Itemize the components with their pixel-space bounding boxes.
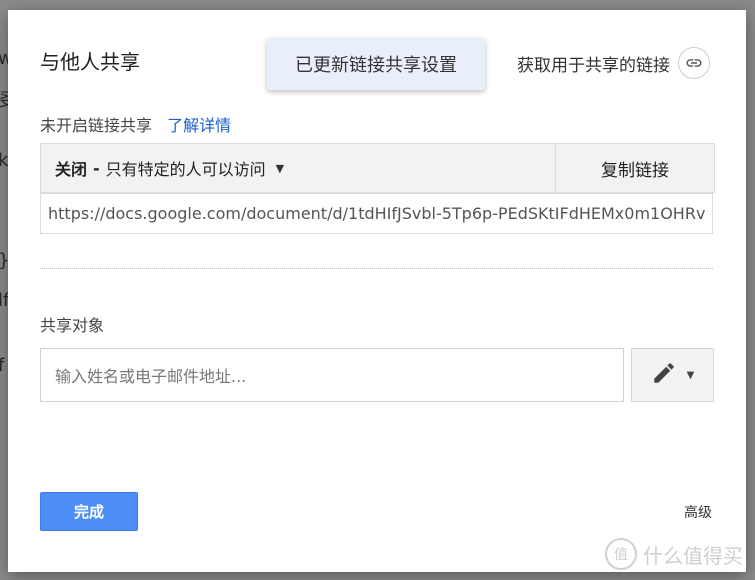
copy-link-button[interactable]: 复制链接 [555, 144, 714, 192]
watermark-logo-icon: 值 [605, 538, 637, 570]
share-url-field[interactable]: https://docs.google.com/document/d/1tdHI… [40, 193, 713, 234]
pencil-icon [651, 360, 677, 390]
watermark: 值 什么值得买 [605, 538, 743, 570]
link-icon[interactable] [678, 47, 710, 79]
dialog-title: 与他人共享 [40, 50, 140, 74]
learn-more-link[interactable]: 了解详情 [167, 116, 231, 135]
caret-down-icon: ▼ [275, 161, 285, 175]
permission-dropdown[interactable]: ▼ [631, 348, 714, 402]
share-dialog: 与他人共享 已更新链接共享设置 获取用于共享的链接 未开启链接共享 了解详情 关… [8, 10, 746, 572]
link-access-bar: 关闭 - 只有特定的人可以访问 ▼ 复制链接 [40, 143, 715, 193]
people-input[interactable]: 输入姓名或电子邮件地址... [40, 348, 624, 402]
section-divider [40, 268, 713, 269]
get-link-label: 获取用于共享的链接 [517, 55, 670, 76]
access-dropdown[interactable]: 关闭 - 只有特定的人可以访问 ▼ [41, 144, 555, 192]
link-status-text: 未开启链接共享 [40, 116, 153, 135]
access-state: 关闭 [55, 160, 88, 179]
advanced-link[interactable]: 高级 [684, 502, 712, 522]
caret-down-icon: ▼ [686, 369, 695, 381]
done-button[interactable]: 完成 [40, 492, 138, 531]
access-description: 只有特定的人可以访问 [105, 160, 266, 179]
toast-notification: 已更新链接共享设置 [267, 38, 485, 90]
share-with-label: 共享对象 [40, 316, 105, 335]
link-sharing-status: 未开启链接共享 了解详情 [40, 112, 231, 136]
get-shareable-link[interactable]: 获取用于共享的链接 [517, 47, 710, 79]
watermark-text: 什么值得买 [643, 543, 743, 568]
background-text: f [0, 355, 5, 376]
access-separator: - [93, 158, 100, 178]
